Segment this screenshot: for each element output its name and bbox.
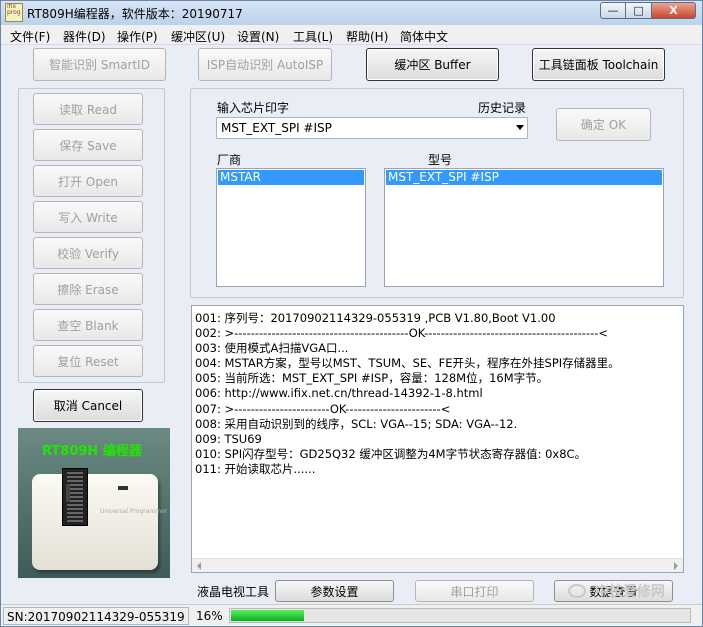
log-line: 001: 序列号：20170902114329-055319 ,PCB V1.8…: [195, 311, 556, 325]
cancel-button[interactable]: 取消 Cancel: [33, 389, 143, 422]
save-button[interactable]: 保存 Save: [33, 129, 143, 161]
params-button[interactable]: 参数设置: [275, 580, 394, 602]
log-horizontal-scrollbar[interactable]: [192, 558, 683, 572]
chip-marking-combobox[interactable]: MST_EXT_SPI #ISP: [216, 117, 528, 139]
device-image: RT809H 编程器 Universal Programmer: [18, 428, 170, 578]
programmer-illustration: [32, 474, 158, 570]
minimize-button[interactable]: —: [600, 2, 626, 19]
log-line: 005: 当前所选：MST_EXT_SPI #ISP，容量：128M位，16M字…: [195, 371, 549, 386]
erase-button[interactable]: 擦除 Erase: [33, 273, 143, 305]
vendor-list[interactable]: MSTAR: [216, 168, 366, 287]
log-line: 007: >-----------------------OK---------…: [195, 401, 451, 416]
log-line: 010: SPI闪存型号：GD25Q32 缓冲区调整为4M字节状态寄存器值: 0…: [195, 446, 587, 461]
chip-marking-label: 输入芯片印字: [217, 101, 290, 115]
log-output[interactable]: 001: 序列号：20170902114329-055319 ,PCB V1.8…: [191, 305, 684, 573]
progress-fill: [231, 610, 304, 621]
app-icon: ifix prog: [5, 3, 23, 22]
chip-marking-value: MST_EXT_SPI #ISP: [221, 121, 332, 135]
log-line: 004: MSTAR方案，型号以MST、TSUM、SE、FE开头，程序在外挂SP…: [195, 356, 620, 371]
device-led: [118, 486, 128, 490]
read-button[interactable]: 读取 Read: [33, 93, 143, 125]
autoisp-button[interactable]: ISP自动识别 AutoISP: [198, 48, 332, 81]
progress-percent: 16%: [196, 609, 223, 623]
progress-bar: [229, 608, 691, 623]
model-list-item[interactable]: MST_EXT_SPI #ISP: [386, 170, 662, 185]
status-bar: SN:20170902114329-055319 16%: [1, 604, 702, 626]
verify-button[interactable]: 校验 Verify: [33, 237, 143, 269]
ok-button[interactable]: 确定 OK: [556, 108, 651, 141]
chevron-down-icon[interactable]: [516, 125, 524, 130]
serial-print-button[interactable]: 串口打印: [415, 580, 534, 602]
menu-language[interactable]: 简体中文: [400, 28, 448, 45]
log-line: 009: TSU69: [195, 431, 262, 446]
smartid-button[interactable]: 智能识别 SmartID: [33, 48, 166, 81]
lcd-tv-tools-label: 液晶电视工具: [197, 585, 270, 599]
menu-bar: 文件(F) 器件(D) 操作(P) 缓冲区(U) 设置(N) 工具(L) 帮助(…: [1, 25, 702, 45]
watermark: 中技爱修网: [568, 581, 665, 601]
log-line: 006: http://www.ifix.net.cn/thread-14392…: [195, 386, 483, 401]
menu-settings[interactable]: 设置(N): [237, 28, 279, 45]
vendor-list-item[interactable]: MSTAR: [218, 170, 364, 185]
menu-tools[interactable]: 工具(L): [293, 28, 333, 45]
menu-file[interactable]: 文件(F): [10, 28, 50, 45]
socket-lever: [66, 484, 70, 502]
log-line: 008: 采用自动识别到的线序，SCL: VGA--15; SDA: VGA--…: [195, 416, 518, 431]
window-title: RT809H编程器，软件版本：20190717: [27, 7, 243, 21]
scroll-right-icon[interactable]: [674, 562, 678, 570]
maximize-button[interactable]: □: [626, 2, 652, 19]
history-label: 历史记录: [478, 101, 527, 115]
menu-operation[interactable]: 操作(P): [117, 28, 158, 45]
blank-button[interactable]: 查空 Blank: [33, 309, 143, 341]
main-window: ifix prog RT809H编程器，软件版本：20190717 — □ X …: [0, 0, 703, 627]
title-bar: ifix prog RT809H编程器，软件版本：20190717 — □ X: [1, 1, 702, 25]
device-logo: Universal Programmer: [100, 508, 168, 515]
write-button[interactable]: 写入 Write: [33, 201, 143, 233]
chat-bubble-icon: [568, 584, 586, 598]
menu-help[interactable]: 帮助(H): [346, 28, 388, 45]
vendor-label: 厂商: [217, 153, 242, 167]
serial-number: SN:20170902114329-055319: [3, 607, 189, 625]
model-list[interactable]: MST_EXT_SPI #ISP: [384, 168, 664, 287]
log-line: 003: 使用模式A扫描VGA口...: [195, 341, 349, 356]
open-button[interactable]: 打开 Open: [33, 165, 143, 197]
log-line: 002: >----------------------------------…: [195, 326, 609, 341]
toolchain-button[interactable]: 工具链面板 Toolchain: [532, 48, 665, 81]
menu-device[interactable]: 器件(D): [63, 28, 106, 45]
watermark-text: 中技爱修网: [594, 584, 665, 600]
scroll-left-icon[interactable]: [197, 562, 201, 570]
buffer-button[interactable]: 缓冲区 Buffer: [366, 48, 499, 81]
device-caption: RT809H 编程器: [42, 444, 142, 459]
close-button[interactable]: X: [652, 2, 696, 19]
reset-button[interactable]: 复位 Reset: [33, 345, 143, 377]
menu-buffer[interactable]: 缓冲区(U): [171, 28, 225, 45]
model-label: 型号: [428, 153, 453, 167]
log-line: 011: 开始读取芯片......: [195, 461, 316, 476]
